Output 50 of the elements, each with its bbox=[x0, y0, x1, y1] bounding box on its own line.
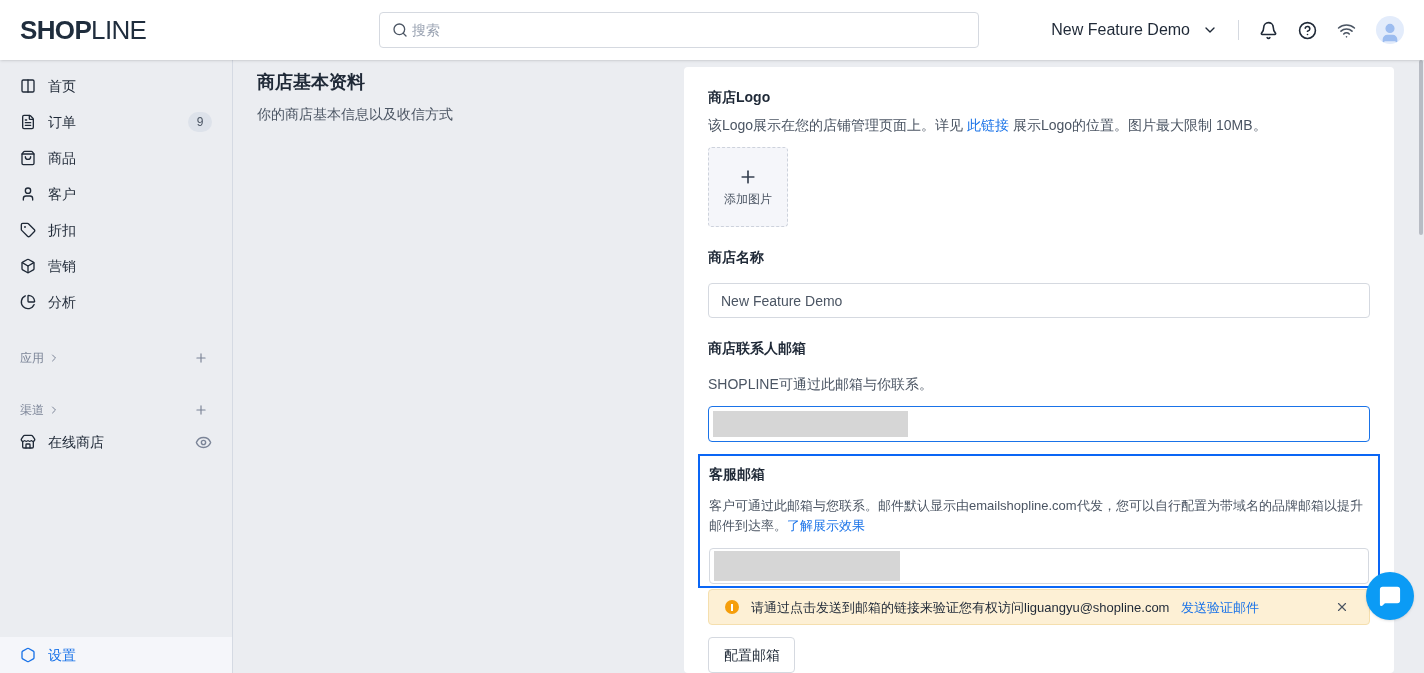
sidebar-item[interactable]: 客户 bbox=[0, 176, 232, 212]
warning-icon bbox=[725, 600, 739, 615]
sidebar-item[interactable]: 折扣 bbox=[0, 212, 232, 248]
field-label: 商店联系人邮箱 bbox=[708, 339, 807, 359]
cube-icon bbox=[20, 258, 36, 274]
store-switcher[interactable]: New Feature Demo bbox=[1051, 18, 1218, 42]
bag-icon bbox=[20, 150, 36, 166]
sidebar-item[interactable]: 设置 bbox=[0, 637, 232, 673]
search-input[interactable]: 搜索 bbox=[412, 20, 966, 40]
sidebar-item[interactable]: 商品 bbox=[0, 140, 232, 176]
help-icon[interactable] bbox=[1298, 20, 1317, 40]
search-icon bbox=[392, 22, 408, 38]
avatar[interactable] bbox=[1376, 16, 1404, 44]
scrollbar[interactable] bbox=[1419, 60, 1423, 235]
add-icon[interactable] bbox=[194, 351, 208, 365]
chat-button[interactable] bbox=[1366, 572, 1414, 620]
email-field[interactable] bbox=[708, 406, 1370, 443]
sidebar-item[interactable]: 订单 9 bbox=[0, 104, 232, 140]
page-title: 商店基本资料 bbox=[257, 71, 366, 94]
notification-icon[interactable] bbox=[1259, 20, 1278, 40]
count-badge: 9 bbox=[188, 112, 212, 132]
configure-button[interactable]: 配置邮箱 bbox=[708, 637, 795, 673]
text-field[interactable]: New Feature Demo bbox=[708, 282, 1370, 319]
dashboard-icon bbox=[20, 78, 36, 94]
sidebar-item[interactable]: 在线商店 bbox=[0, 424, 232, 460]
sidebar-item[interactable]: 分析 bbox=[0, 284, 232, 320]
add-icon[interactable] bbox=[194, 403, 208, 417]
image-upload[interactable]: 添加图片 bbox=[708, 147, 788, 227]
chat-icon bbox=[1379, 585, 1401, 607]
pie-chart-icon bbox=[20, 294, 36, 310]
store-icon bbox=[20, 434, 36, 450]
field-label: 客服邮箱 bbox=[709, 465, 766, 485]
help-text: 该Logo展示在您的店铺管理页面上。详见 此链接 展示Logo的位置。图片最大限制 10MB。 bbox=[708, 116, 1268, 135]
field-label: 商店Logo bbox=[708, 88, 772, 107]
field-label: 商店名称 bbox=[708, 247, 765, 267]
help-link[interactable]: 此链接 bbox=[967, 117, 1010, 133]
help-link[interactable]: 了解展示效果 bbox=[787, 518, 865, 534]
help-text: SHOPLINE可通过此邮箱与你联系。 bbox=[708, 375, 934, 395]
logo: SHOPLINE bbox=[20, 13, 148, 47]
search-field[interactable]: 搜索 bbox=[379, 12, 979, 48]
page-subtitle: 你的商店基本信息以及收信方式 bbox=[257, 105, 454, 124]
person-icon bbox=[20, 186, 36, 202]
tag-icon bbox=[20, 222, 36, 238]
sidebar-item[interactable]: 营销 bbox=[0, 248, 232, 284]
help-text: 客户可通过此邮箱与您联系。邮件默认显示由emailshopline.com代发，您可以自行配置为带域名的品牌邮箱以提升邮件到达率。了解展示效果 bbox=[709, 497, 1364, 536]
sidebar-item[interactable]: 首页 bbox=[0, 68, 232, 104]
document-icon bbox=[20, 114, 36, 130]
settings-icon bbox=[20, 647, 36, 663]
send-link[interactable]: 发送验证邮件 bbox=[1181, 597, 1260, 617]
alert-text: 请通过点击发送到邮箱的链接来验证您有权访问liguangyu@shopline.com bbox=[751, 598, 1170, 617]
